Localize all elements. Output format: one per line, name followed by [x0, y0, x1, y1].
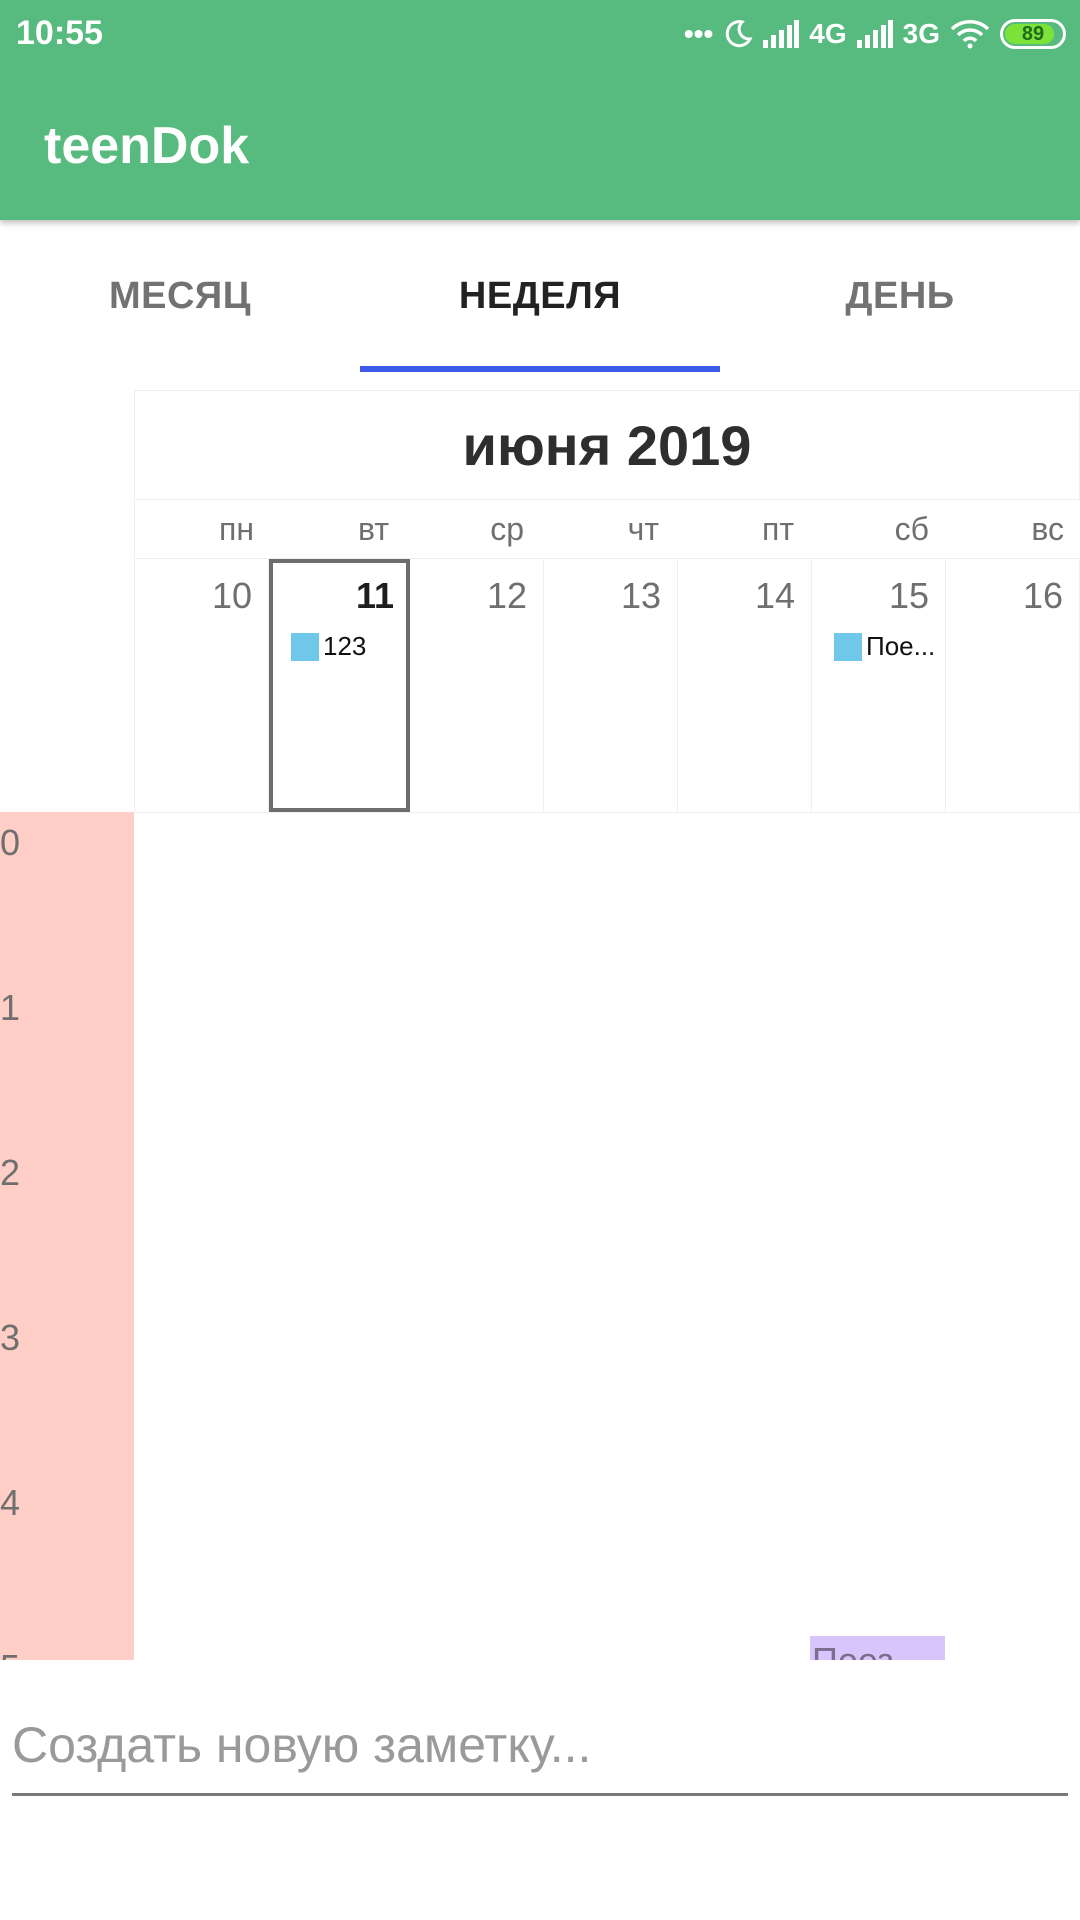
network-4g-label: 4G — [809, 18, 847, 49]
hour-label: 4 — [0, 1482, 21, 1523]
tab-day[interactable]: ДЕНЬ — [720, 220, 1080, 372]
day-cell[interactable]: 16 — [946, 559, 1080, 812]
month-title: июня 2019 — [134, 390, 1080, 500]
day-cell[interactable]: 12 — [410, 559, 544, 812]
event-chip[interactable]: Пое... — [834, 631, 935, 662]
signal-icon — [763, 20, 800, 48]
status-icons: ••• 4G 3G 89 — [684, 14, 1066, 54]
day-number: 14 — [754, 575, 795, 616]
weekday-label: пт — [762, 511, 794, 547]
day-cell-selected[interactable]: 11 123 — [269, 559, 410, 812]
view-tabs: МЕСЯЦ НЕДЕЛЯ ДЕНЬ — [0, 220, 1080, 372]
hour-label: 2 — [0, 1152, 21, 1193]
weekday-label: вс — [1031, 511, 1064, 547]
day-cell[interactable]: 15 Пое... — [812, 559, 946, 812]
battery-icon: 89 — [1000, 19, 1066, 49]
day-cell[interactable]: 13 — [544, 559, 678, 812]
app-title: teenDok — [44, 117, 250, 175]
wifi-icon — [950, 19, 990, 49]
weekday-label: вт — [358, 511, 389, 547]
day-cell[interactable]: 14 — [678, 559, 812, 812]
weekday-header: пн вт ср чт пт сб вс — [134, 500, 1080, 558]
day-number: 16 — [1022, 575, 1063, 616]
note-area — [0, 1660, 1080, 1920]
hour-label: 1 — [0, 987, 21, 1028]
weekday-label: пн — [219, 511, 254, 547]
moon-icon — [723, 19, 753, 49]
hour-label: 5 — [0, 1647, 20, 1660]
tab-indicator — [360, 366, 720, 372]
more-dots-icon: ••• — [683, 18, 714, 49]
day-number: 11 — [355, 575, 394, 616]
weekday-label: чт — [627, 511, 659, 547]
status-bar: 10:55 ••• 4G 3G 89 — [0, 0, 1080, 66]
event-color-swatch — [291, 632, 319, 661]
new-note-input[interactable] — [12, 1696, 1068, 1796]
app-header: 10:55 ••• 4G 3G 89 teenDok — [0, 0, 1080, 220]
event-color-swatch — [834, 632, 862, 661]
timed-event[interactable]: Поез — [810, 1636, 945, 1660]
event-title: Пое... — [866, 631, 936, 661]
day-number: 15 — [888, 575, 929, 616]
weekday-label: сб — [894, 511, 929, 547]
battery-percent: 89 — [1021, 22, 1045, 45]
signal-icon — [856, 20, 893, 48]
days-row: 10 11 123 12 13 14 15 Пое... 16 — [134, 558, 1080, 813]
tab-week[interactable]: НЕДЕЛЯ — [360, 220, 720, 372]
hour-column: 0 1 2 3 4 5 — [0, 812, 134, 1660]
day-cell[interactable]: 10 — [135, 559, 269, 812]
day-number: 12 — [486, 575, 527, 616]
status-time: 10:55 — [16, 14, 103, 52]
network-3g-label: 3G — [902, 18, 940, 49]
week-calendar: июня 2019 пн вт ср чт пт сб вс 10 11 123… — [134, 390, 1080, 813]
tab-month[interactable]: МЕСЯЦ — [0, 220, 360, 372]
weekday-label: ср — [490, 511, 524, 547]
timed-event-title: Поез — [812, 1640, 894, 1660]
day-number: 13 — [620, 575, 661, 616]
event-title: 123 — [323, 631, 367, 661]
hour-label: 0 — [0, 822, 21, 863]
event-chip[interactable]: 123 — [291, 631, 366, 662]
hour-label: 3 — [0, 1317, 21, 1358]
day-number: 10 — [211, 575, 252, 616]
